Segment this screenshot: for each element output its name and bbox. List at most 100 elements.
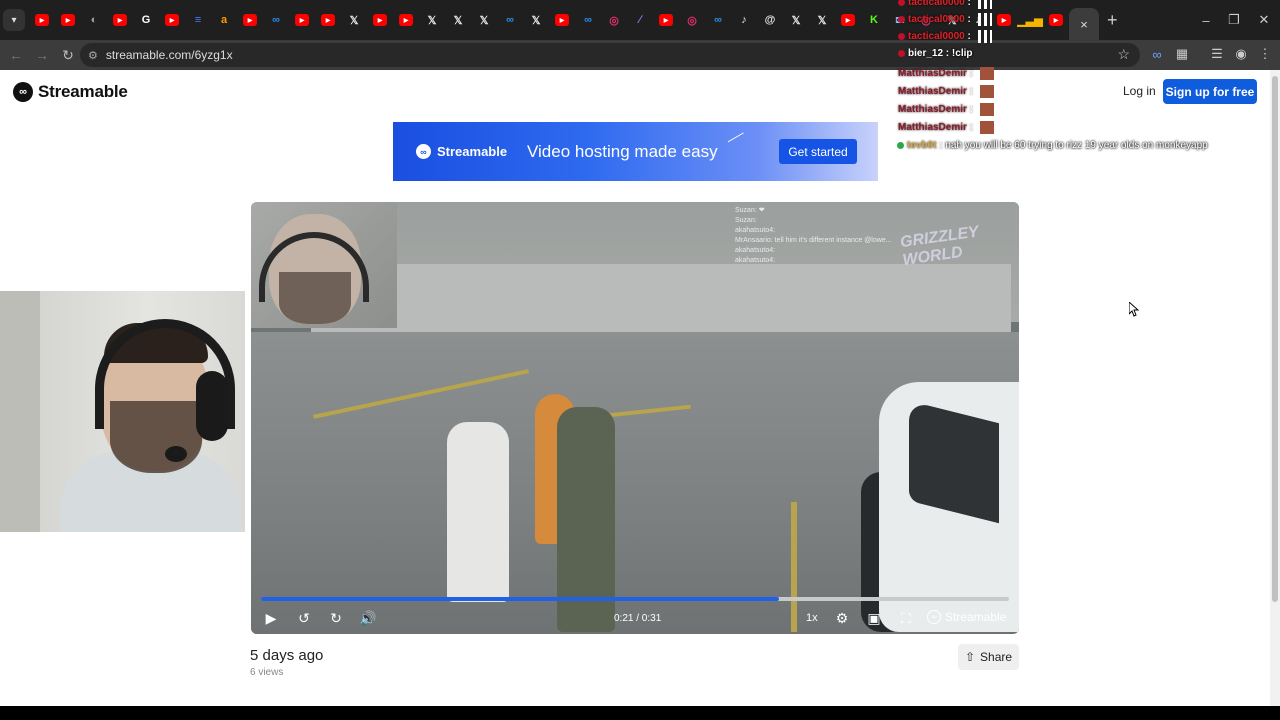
video-brand-link[interactable]: ∞ Streamable xyxy=(927,610,1006,624)
browser-tab[interactable]: ≡ xyxy=(185,7,211,33)
stream-chat-message: bier_12 : !clip xyxy=(898,48,972,59)
site-info-icon[interactable]: ⚙ xyxy=(88,49,98,62)
rewind-icon[interactable]: ↺ xyxy=(294,608,314,628)
threads-icon: @ xyxy=(764,14,776,26)
chat-emote-icon xyxy=(977,13,992,26)
browser-tab[interactable]: K xyxy=(861,7,887,33)
extensions-puzzle-icon[interactable]: ▦ xyxy=(1173,45,1191,63)
browser-tab[interactable]: ▶ xyxy=(653,7,679,33)
browser-tab[interactable]: 𝕏 xyxy=(523,7,549,33)
back-button[interactable]: ← xyxy=(4,43,28,67)
restore-button[interactable]: ❐ xyxy=(1219,0,1249,40)
browser-tab[interactable]: ▶ xyxy=(549,7,575,33)
chat-emote-icon xyxy=(979,85,994,98)
browser-tab[interactable]: ∞ xyxy=(575,7,601,33)
get-started-button[interactable]: Get started xyxy=(779,139,857,164)
new-tab-button[interactable]: + xyxy=(1107,10,1118,31)
fullscreen-icon[interactable]: ⛶ xyxy=(896,608,916,628)
ingame-chat-line: Suzan: ❤ xyxy=(735,207,765,214)
login-link[interactable]: Log in xyxy=(1123,84,1156,98)
youtube-icon: ▶ xyxy=(61,14,75,26)
scrollbar-thumb[interactable] xyxy=(1272,76,1278,602)
browser-tab[interactable]: ♪ xyxy=(731,7,757,33)
browser-tab[interactable]: ∞ xyxy=(497,7,523,33)
browser-tab[interactable]: ▶ xyxy=(1043,7,1069,33)
profile-avatar[interactable]: ◉ xyxy=(1232,45,1250,63)
tracker-icon: ◐ xyxy=(90,14,98,26)
streamable-logo-icon: ∞ xyxy=(13,82,33,102)
address-bar[interactable]: ⚙ streamable.com/6yzg1x ☆ xyxy=(80,43,1140,67)
tab-active[interactable]: × xyxy=(1069,8,1099,40)
browser-tab[interactable]: ∞ xyxy=(705,7,731,33)
google-icon: G xyxy=(141,14,151,26)
x-icon: 𝕏 xyxy=(427,14,437,27)
browser-tab[interactable]: ∞ xyxy=(263,7,289,33)
signup-button[interactable]: Sign up for free xyxy=(1163,79,1257,104)
menu-kebab-icon[interactable]: ⋮ xyxy=(1256,45,1274,63)
stream-chat-message: MatthiasDemir : xyxy=(898,67,994,80)
browser-tab[interactable]: ◎ xyxy=(601,7,627,33)
browser-tab[interactable]: 𝕏 xyxy=(809,7,835,33)
playback-speed-button[interactable]: 1x xyxy=(806,612,818,624)
browser-tab[interactable]: G xyxy=(133,7,159,33)
streamable-logo[interactable]: ∞ Streamable xyxy=(13,82,128,102)
browser-tab[interactable]: 𝕏 xyxy=(471,7,497,33)
bookmark-star-icon[interactable]: ☆ xyxy=(1117,46,1130,63)
browser-tab[interactable]: 𝕏 xyxy=(419,7,445,33)
browser-tab[interactable]: ▶ xyxy=(159,7,185,33)
youtube-icon: ▶ xyxy=(243,14,257,26)
play-icon[interactable]: ▶ xyxy=(261,608,281,628)
close-icon[interactable]: × xyxy=(1077,17,1091,32)
settings-gear-icon[interactable]: ⚙ xyxy=(832,608,852,628)
browser-tab[interactable]: 𝕏 xyxy=(445,7,471,33)
browser-toolbar: ← → ↻ ⚙ streamable.com/6yzg1x ☆ xyxy=(0,40,1280,70)
banner-tagline: Video hosting made easy xyxy=(527,142,718,161)
browser-tab[interactable]: ▶ xyxy=(29,7,55,33)
youtube-icon: ▶ xyxy=(399,14,413,26)
share-button[interactable]: ⇧ Share xyxy=(958,644,1019,670)
reload-button[interactable]: ↻ xyxy=(56,43,80,67)
browser-tab[interactable]: ∕ xyxy=(627,7,653,33)
page-scrollbar[interactable] xyxy=(1270,70,1280,706)
reading-list-icon[interactable]: ☰ xyxy=(1208,45,1226,63)
ad-banner[interactable]: ∞ Streamable Video hosting made easy Get… xyxy=(393,122,878,181)
browser-tab[interactable]: @ xyxy=(757,7,783,33)
video-player[interactable]: Suzan: ❤ Suzan: akahatsuto4: MrAnsaario: te… xyxy=(251,202,1019,634)
browser-tab[interactable]: ▶ xyxy=(315,7,341,33)
video-progress-bar[interactable] xyxy=(261,597,1009,601)
chat-emote-icon xyxy=(979,103,994,116)
browser-tab[interactable]: ▶ xyxy=(393,7,419,33)
browser-tab[interactable]: ▶ xyxy=(835,7,861,33)
minimize-button[interactable]: – xyxy=(1191,0,1221,40)
browser-tab[interactable]: ◐ xyxy=(81,7,107,33)
x-icon: 𝕏 xyxy=(817,14,827,27)
forward-icon[interactable]: ↻ xyxy=(326,608,346,628)
browser-tab[interactable]: 𝕏 xyxy=(341,7,367,33)
chat-username: tevb0t xyxy=(907,140,937,151)
browser-tab[interactable]: ▶ xyxy=(237,7,263,33)
tab-search-button[interactable]: ▾ xyxy=(3,9,25,31)
docs-icon: ≡ xyxy=(194,14,202,26)
picture-in-picture-icon[interactable]: ▣ xyxy=(864,608,884,628)
video-brand-label: Streamable xyxy=(945,610,1007,624)
browser-tab[interactable]: ▶ xyxy=(367,7,393,33)
volume-icon[interactable]: 🔊 xyxy=(358,608,378,628)
browser-tab[interactable]: ▶ xyxy=(107,7,133,33)
browser-tab[interactable]: ▶ xyxy=(991,7,1017,33)
window-close-button[interactable]: ✕ xyxy=(1249,0,1279,40)
taskbar-strip xyxy=(0,706,1280,720)
youtube-icon: ▶ xyxy=(113,14,127,26)
browser-tab[interactable]: ▶ xyxy=(289,7,315,33)
stream-chat-message: tactical0000 : xyxy=(898,13,992,26)
chat-username: MatthiasDemir xyxy=(898,68,967,79)
browser-tab[interactable]: ▁▃▅ xyxy=(1017,7,1043,33)
browser-tab[interactable]: ▶ xyxy=(55,7,81,33)
extension-icon[interactable]: ∞ xyxy=(1148,45,1166,63)
share-icon: ⇧ xyxy=(964,650,976,664)
browser-tab[interactable]: ◎ xyxy=(679,7,705,33)
streamable-logo-icon: ∞ xyxy=(416,144,431,159)
forward-button[interactable]: → xyxy=(30,43,54,67)
youtube-icon: ▶ xyxy=(165,14,179,26)
browser-tab[interactable]: 𝕏 xyxy=(783,7,809,33)
browser-tab[interactable]: a xyxy=(211,7,237,33)
